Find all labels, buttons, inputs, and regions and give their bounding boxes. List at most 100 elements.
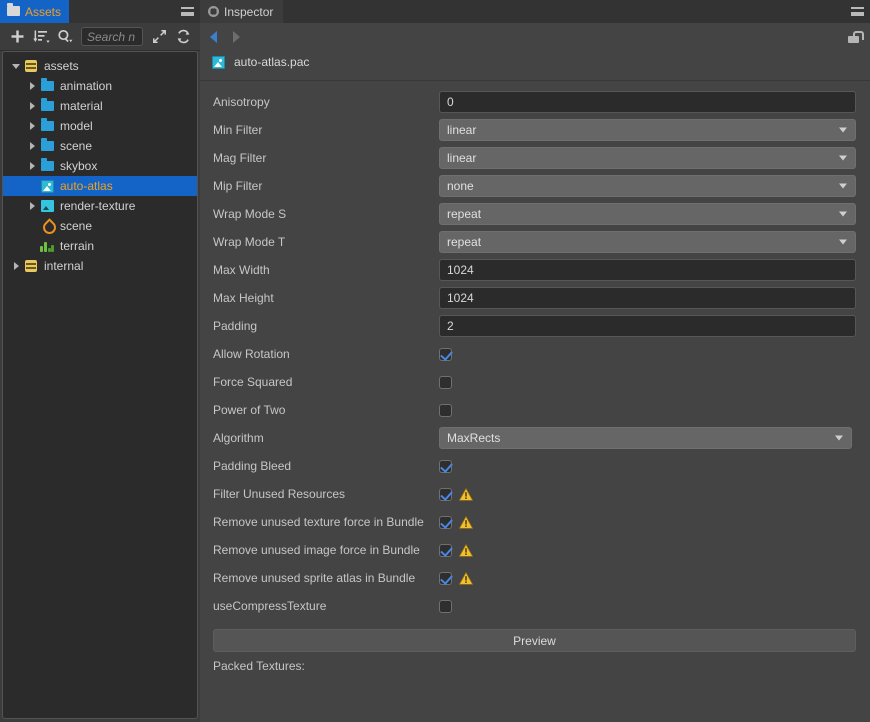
tree-twisty[interactable] (25, 236, 39, 256)
select-mag-filter[interactable]: linear (439, 147, 856, 169)
checkbox-remove-unused-image-force-in-bundle[interactable] (439, 543, 452, 557)
checkbox-usecompresstexture[interactable] (439, 599, 452, 613)
checkbox-filter-unused-resources[interactable] (439, 487, 452, 501)
property-row-power-of-two: Power of Two (200, 396, 870, 424)
input-max-width[interactable]: 1024 (439, 259, 856, 281)
collapse-all-button[interactable] (147, 26, 171, 48)
select-wrap-mode-s[interactable]: repeat (439, 203, 856, 225)
tab-inspector[interactable]: Inspector (200, 0, 284, 23)
tree-item-material[interactable]: material (3, 96, 197, 116)
checkbox-padding-bleed[interactable] (439, 459, 452, 473)
refresh-button[interactable] (171, 26, 195, 48)
tree-item-scene[interactable]: scene (3, 136, 197, 156)
sort-button[interactable] (29, 26, 53, 48)
property-row-remove-unused-texture-force-in-bundle: Remove unused texture force in Bundle (200, 508, 870, 536)
tree-item-label: scene (60, 219, 93, 233)
tab-assets[interactable]: Assets (0, 0, 70, 23)
select-mip-filter[interactable]: none (439, 175, 856, 197)
render-texture-icon (39, 198, 55, 214)
tree-item-label: scene (60, 139, 93, 153)
image-icon (211, 55, 226, 70)
checkbox-remove-unused-sprite-atlas-in-bundle[interactable] (439, 571, 452, 585)
folder-icon (39, 138, 55, 154)
hamburger-menu-icon (850, 7, 864, 16)
folder-icon (39, 158, 55, 174)
tabstrip-spacer (69, 0, 174, 23)
tree-twisty[interactable] (25, 116, 39, 136)
tab-assets-label: Assets (25, 4, 62, 19)
checkbox-force-squared[interactable] (439, 375, 452, 389)
search-filter-button[interactable] (53, 26, 77, 48)
tree-twisty[interactable] (25, 156, 39, 176)
property-row-min-filter: Min Filter linear (200, 116, 870, 144)
property-row-filter-unused-resources: Filter Unused Resources (200, 480, 870, 508)
tree-item-auto-atlas[interactable]: auto-atlas (3, 176, 197, 196)
editor-window: Assets Search n assets animation materia… (0, 0, 870, 722)
select-wrap-mode-t[interactable]: repeat (439, 231, 856, 253)
scene-drop-icon (39, 218, 55, 234)
add-asset-button[interactable] (5, 26, 29, 48)
arrow-right-icon[interactable] (233, 30, 240, 43)
property-label: Algorithm (213, 431, 264, 445)
tree-twisty[interactable] (25, 136, 39, 156)
property-row-wrap-mode-s: Wrap Mode S repeat (200, 200, 870, 228)
tree-twisty[interactable] (25, 96, 39, 116)
input-anisotropy[interactable]: 0 (439, 91, 856, 113)
checkbox-allow-rotation[interactable] (439, 347, 452, 361)
assets-tree[interactable]: assets animation material model scene skybox a… (2, 51, 198, 719)
tree-item-animation[interactable]: animation (3, 76, 197, 96)
collapse-all-icon (152, 29, 166, 44)
property-label: Force Squared (213, 375, 293, 389)
tree-twisty[interactable] (9, 56, 23, 76)
checkbox-power-of-two[interactable] (439, 403, 452, 417)
property-row-algorithm: Algorithm MaxRects (200, 424, 870, 452)
select-value: MaxRects (447, 431, 501, 445)
packed-textures-label: Packed Textures: (213, 659, 305, 673)
chevron-down-icon (839, 127, 847, 133)
property-row-allow-rotation: Allow Rotation (200, 340, 870, 368)
unlock-icon[interactable] (847, 30, 864, 43)
property-label: Mag Filter (213, 151, 267, 165)
property-label: Remove unused texture force in Bundle (213, 515, 424, 529)
select-value: repeat (447, 235, 482, 249)
tree-item-assets[interactable]: assets (3, 56, 197, 76)
tree-twisty[interactable] (25, 76, 39, 96)
assets-toolbar: Search n (0, 23, 200, 51)
input-max-height[interactable]: 1024 (439, 287, 856, 309)
chevron-down-icon (839, 155, 847, 161)
property-row-mag-filter: Mag Filter linear (200, 144, 870, 172)
property-row-wrap-mode-t: Wrap Mode T repeat (200, 228, 870, 256)
plus-icon (11, 30, 23, 43)
tree-twisty[interactable] (25, 176, 39, 196)
select-min-filter[interactable]: linear (439, 119, 856, 141)
property-label: Remove unused image force in Bundle (213, 543, 420, 557)
select-algorithm[interactable]: MaxRects (439, 427, 852, 449)
tree-item-label: internal (44, 259, 84, 273)
checkbox-remove-unused-texture-force-in-bundle[interactable] (439, 515, 452, 529)
property-label: useCompressTexture (213, 599, 327, 613)
input-padding[interactable]: 2 (439, 315, 856, 337)
inspector-menu-button[interactable] (844, 0, 870, 23)
tree-item-model[interactable]: model (3, 116, 197, 136)
property-row-anisotropy: Anisotropy 0 (200, 88, 870, 116)
assets-menu-button[interactable] (174, 0, 200, 23)
tree-twisty[interactable] (25, 196, 39, 216)
tree-twisty[interactable] (9, 256, 23, 276)
property-label: Filter Unused Resources (213, 487, 346, 501)
warning-indicator (459, 515, 473, 529)
tree-item-internal[interactable]: internal (3, 256, 197, 276)
tree-item-render-texture[interactable]: render-texture (3, 196, 197, 216)
arrow-left-icon[interactable] (210, 30, 217, 43)
tree-item-scene[interactable]: scene (3, 216, 197, 236)
inspector-panel: Inspector auto-atlas.pac Anisotropy 0 Min … (200, 0, 870, 722)
tree-twisty[interactable] (25, 216, 39, 236)
tree-item-terrain[interactable]: terrain (3, 236, 197, 256)
sort-icon (32, 30, 50, 43)
search-input[interactable]: Search n (81, 27, 143, 46)
tree-item-skybox[interactable]: skybox (3, 156, 197, 176)
property-label: Mip Filter (213, 179, 263, 193)
preview-button[interactable]: Preview (213, 629, 856, 652)
property-label: Padding (213, 319, 258, 333)
property-row-remove-unused-sprite-atlas-in-bundle: Remove unused sprite atlas in Bundle (200, 564, 870, 592)
folder-icon (39, 98, 55, 114)
